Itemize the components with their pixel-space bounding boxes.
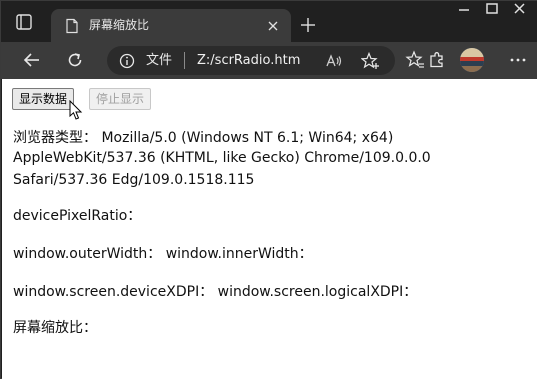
- tab-title: 屏幕缩放比: [89, 18, 150, 32]
- maximize-icon[interactable]: [478, 1, 506, 17]
- tab-active[interactable]: 屏幕缩放比: [51, 9, 291, 42]
- device-pixel-ratio-line: devicePixelRatio：: [13, 208, 142, 224]
- info-icon[interactable]: [119, 53, 135, 69]
- tab-actions-icon[interactable]: [15, 13, 33, 31]
- browser-window: 屏幕缩放比 文件 Z:/scrRadio.htm 显示数据 停止显示 浏览器类型…: [0, 0, 537, 379]
- window-width-line: window.outerWidth： window.innerWidth：: [13, 246, 313, 262]
- plus-icon[interactable]: [299, 16, 317, 34]
- close-icon[interactable]: [265, 18, 281, 34]
- url-text[interactable]: Z:/scrRadio.htm: [197, 52, 300, 69]
- mouse-pointer-icon: [69, 99, 83, 122]
- user-agent-line-3: Safari/537.36 Edg/109.0.1518.115: [13, 172, 255, 188]
- page-content: 显示数据 停止显示 浏览器类型： Mozilla/5.0 (Windows NT…: [2, 79, 537, 379]
- tab-bar: 屏幕缩放比: [1, 1, 537, 42]
- refresh-icon[interactable]: [65, 50, 85, 70]
- back-arrow-icon[interactable]: [22, 50, 42, 70]
- more-icon[interactable]: [508, 50, 528, 70]
- profile-avatar[interactable]: [460, 48, 484, 72]
- show-data-button[interactable]: 显示数据: [12, 88, 75, 110]
- user-agent-line-1: 浏览器类型： Mozilla/5.0 (Windows NT 6.1; Win6…: [13, 130, 394, 146]
- extensions-icon[interactable]: [427, 50, 447, 70]
- read-aloud-icon[interactable]: [325, 53, 343, 69]
- window-close-icon[interactable]: [506, 1, 534, 17]
- page-favicon-icon: [64, 18, 80, 34]
- stop-display-button[interactable]: 停止显示: [89, 88, 152, 110]
- address-separator: [184, 52, 185, 69]
- user-agent-line-2: AppleWebKit/537.36 (KHTML, like Gecko) C…: [13, 150, 431, 166]
- screen-zoom-ratio-line: 屏幕缩放比：: [13, 320, 97, 336]
- url-scheme-label: 文件: [146, 53, 173, 68]
- favorite-add-icon[interactable]: [360, 51, 381, 70]
- address-bar[interactable]: 文件 Z:/scrRadio.htm: [107, 46, 395, 75]
- screen-dpi-line: window.screen.deviceXDPI： window.screen.…: [13, 284, 418, 300]
- minimize-icon[interactable]: [450, 1, 478, 17]
- address-toolbar: 文件 Z:/scrRadio.htm: [1, 42, 537, 79]
- favorites-icon[interactable]: [405, 50, 425, 70]
